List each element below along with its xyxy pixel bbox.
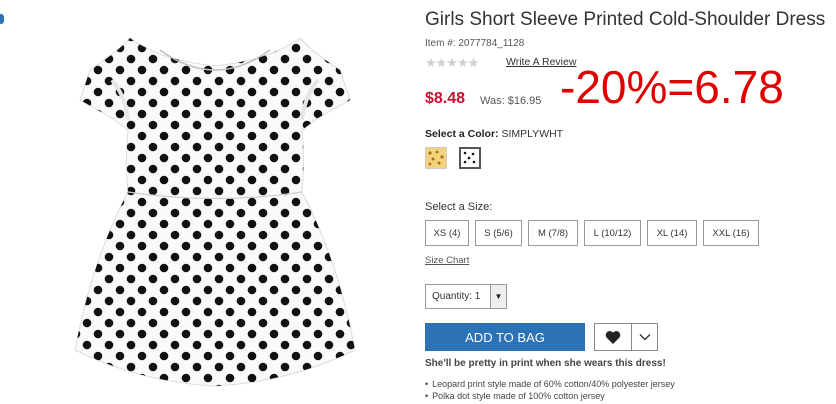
size-chart-link[interactable]: Size Chart	[425, 255, 469, 266]
size-button-l[interactable]: L (10/12)	[584, 220, 641, 246]
wishlist-button[interactable]	[595, 324, 631, 350]
wishlist-dropdown-button[interactable]	[631, 324, 657, 350]
product-tagline: She'll be pretty in print when she wears…	[425, 358, 666, 369]
selected-color: SIMPLYWHT	[501, 128, 564, 140]
size-button-s[interactable]: S (5/6)	[475, 220, 522, 246]
edge-indicator	[0, 14, 4, 24]
sale-price: $8.48	[425, 90, 466, 107]
color-swatch-leopard[interactable]	[425, 147, 447, 169]
rating-stars[interactable]: ★★★★★	[425, 55, 479, 71]
polka-dot-pattern-icon	[463, 151, 476, 164]
color-swatch-polka-dot[interactable]	[459, 147, 481, 169]
size-button-xs[interactable]: XS (4)	[425, 220, 469, 246]
quantity-value: Quantity: 1	[432, 291, 481, 302]
wishlist-control	[594, 323, 658, 351]
product-title: Girls Short Sleeve Printed Cold-Shoulder…	[425, 9, 826, 30]
feature-item: Leopard print style made of 60% cotton/4…	[425, 378, 675, 390]
product-image	[74, 37, 356, 387]
color-label-text: Select a Color:	[425, 128, 499, 140]
size-options: XS (4) S (5/6) M (7/8) L (10/12) XL (14)…	[425, 220, 759, 246]
quantity-select[interactable]: Quantity: 1 ▼	[425, 284, 507, 309]
chevron-down-icon	[639, 334, 650, 341]
size-button-xxl[interactable]: XXL (16)	[703, 220, 759, 246]
add-to-bag-button[interactable]: ADD TO BAG	[425, 323, 585, 351]
triangle-down-icon: ▼	[490, 285, 506, 308]
size-label: Select a Size:	[425, 201, 493, 213]
size-button-m[interactable]: M (7/8)	[528, 220, 578, 246]
color-label: Select a Color: SIMPLYWHT	[425, 128, 563, 140]
leopard-pattern-icon	[428, 150, 444, 166]
heart-icon	[605, 330, 621, 344]
was-price: Was: $16.95	[480, 95, 542, 107]
feature-item: Polka dot style made of 100% cotton jers…	[425, 390, 675, 402]
product-features: Leopard print style made of 60% cotton/4…	[425, 378, 675, 402]
item-number: Item #: 2077784_1128	[425, 38, 525, 49]
size-button-xl[interactable]: XL (14)	[647, 220, 697, 246]
discount-annotation: -20%=6.78	[560, 61, 784, 113]
